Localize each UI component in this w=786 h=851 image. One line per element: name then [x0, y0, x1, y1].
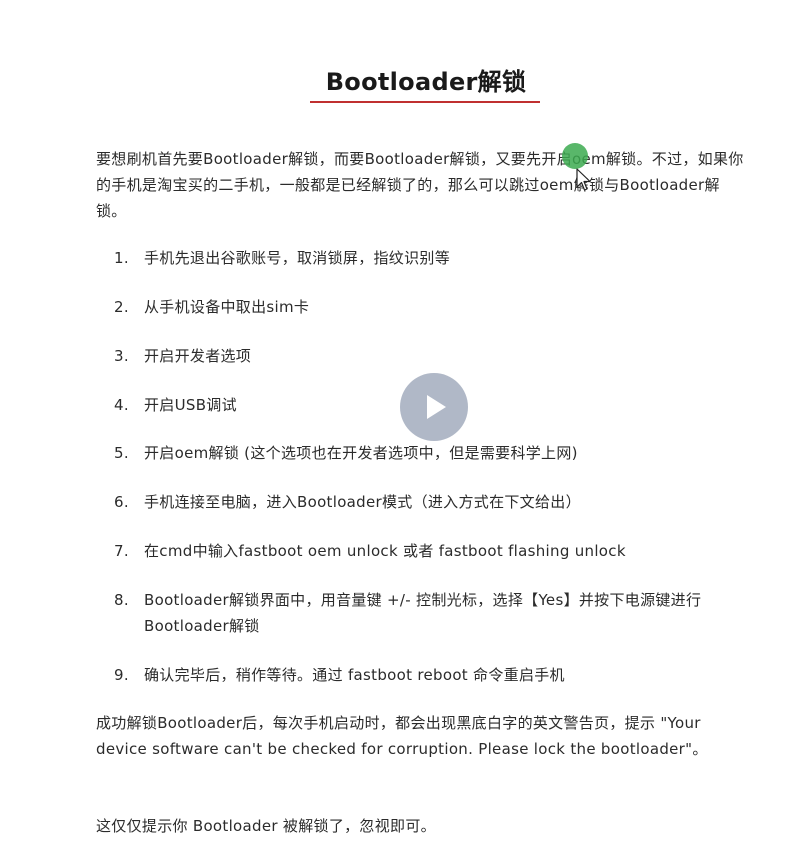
list-item: 6. 手机连接至电脑，进入Bootloader模式（进入方式在下文给出）: [114, 489, 754, 515]
step-text: 手机先退出谷歌账号，取消锁屏，指纹识别等: [144, 249, 451, 267]
title-container: Bootloader解锁: [0, 62, 786, 97]
outro-paragraph-note: 这仅仅提示你 Bootloader 被解锁了，忽视即可。: [96, 817, 436, 835]
step-number: 4.: [114, 396, 129, 414]
step-number: 9.: [114, 666, 129, 684]
list-item: 1. 手机先退出谷歌账号，取消锁屏，指纹识别等: [114, 245, 754, 271]
list-item: 9. 确认完毕后，稍作等待。通过 fastboot reboot 命令重启手机: [114, 662, 754, 688]
video-play-button[interactable]: [400, 373, 468, 441]
step-number: 3.: [114, 347, 129, 365]
step-number: 7.: [114, 542, 129, 560]
list-item: 3. 开启开发者选项: [114, 343, 754, 369]
step-number: 2.: [114, 298, 129, 316]
step-text: 开启oem解锁 (这个选项也在开发者选项中，但是需要科学上网): [144, 444, 578, 462]
step-number: 6.: [114, 493, 129, 511]
list-item: 2. 从手机设备中取出sim卡: [114, 294, 754, 320]
list-item: 5. 开启oem解锁 (这个选项也在开发者选项中，但是需要科学上网): [114, 440, 754, 466]
title-underline: [310, 101, 540, 103]
page-title: Bootloader解锁: [325, 68, 527, 96]
step-text: 手机连接至电脑，进入Bootloader模式（进入方式在下文给出）: [144, 493, 581, 511]
step-number: 8.: [114, 591, 129, 609]
play-icon: [427, 395, 446, 419]
step-number: 5.: [114, 444, 129, 462]
step-text: Bootloader解锁界面中，用音量键 +/- 控制光标，选择【Yes】并按下…: [144, 591, 702, 635]
mouse-pointer-icon: [576, 168, 591, 191]
step-text: 从手机设备中取出sim卡: [144, 298, 310, 316]
step-number: 1.: [114, 249, 129, 267]
list-item: 8. Bootloader解锁界面中，用音量键 +/- 控制光标，选择【Yes】…: [114, 587, 754, 639]
intro-paragraph: 要想刷机首先要Bootloader解锁，而要Bootloader解锁，又要先开启…: [96, 150, 744, 220]
outro-paragraph-warning: 成功解锁Bootloader后，每次手机启动时，都会出现黑底白字的英文警告页，提…: [96, 714, 708, 758]
step-text: 确认完毕后，稍作等待。通过 fastboot reboot 命令重启手机: [144, 666, 565, 684]
document-page: Bootloader解锁 要想刷机首先要Bootloader解锁，而要Bootl…: [0, 0, 786, 851]
step-text: 开启开发者选项: [144, 347, 252, 365]
list-item: 7. 在cmd中输入fastboot oem unlock 或者 fastboo…: [114, 538, 754, 564]
step-text: 在cmd中输入fastboot oem unlock 或者 fastboot f…: [144, 542, 626, 560]
cursor-highlight: [562, 143, 588, 169]
